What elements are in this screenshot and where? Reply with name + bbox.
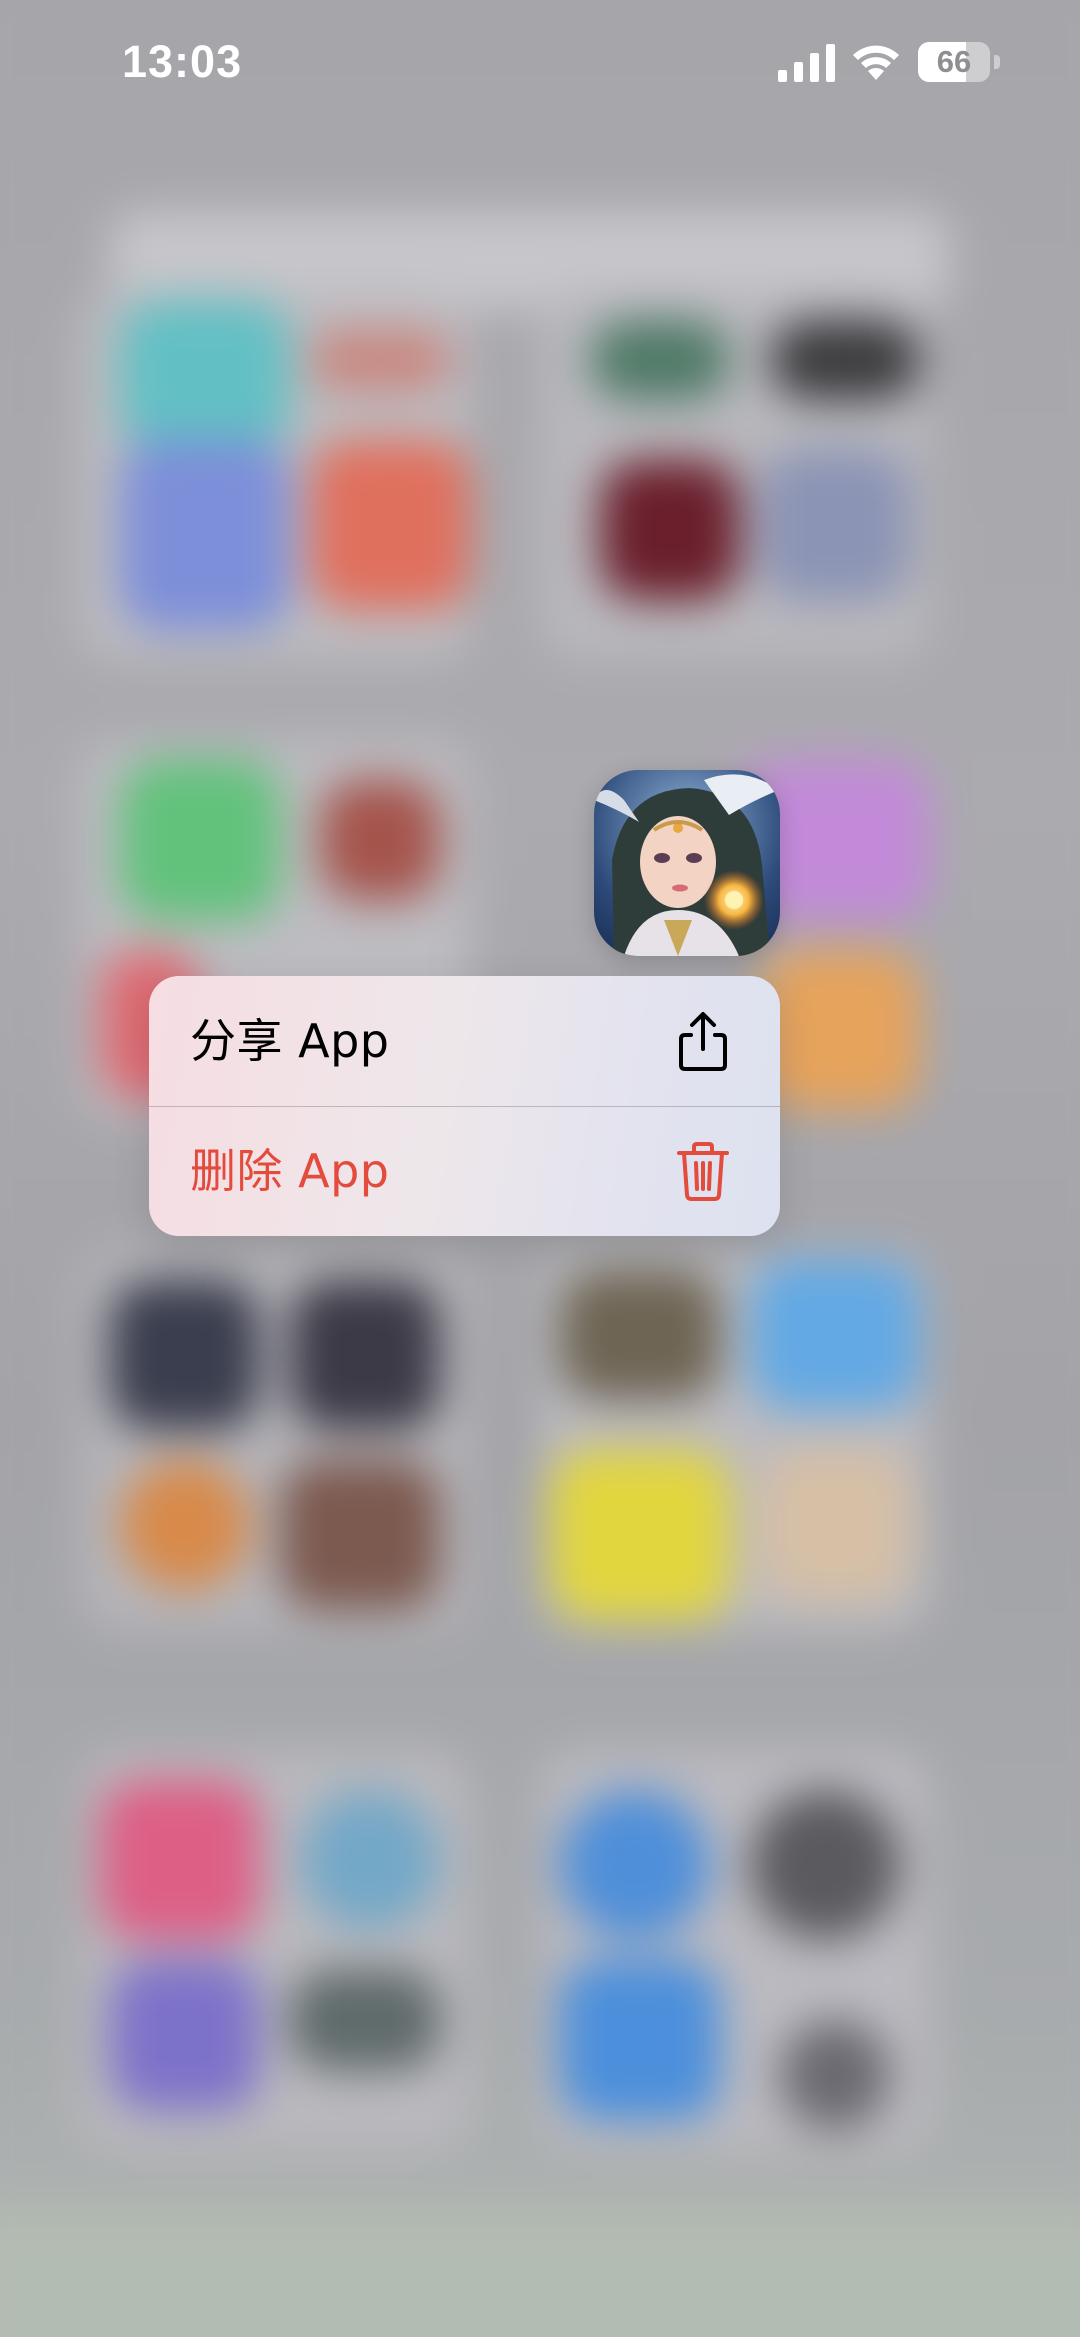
share-app-menu-item[interactable]: 分享 App <box>149 976 780 1106</box>
status-time: 13:03 <box>122 36 243 87</box>
cellular-signal-icon <box>778 44 835 82</box>
battery-icon: 66 <box>918 42 1002 84</box>
delete-app-label: 删除 App <box>190 1144 390 1198</box>
status-bar: 13:03 66 <box>0 0 1080 130</box>
share-icon <box>679 1012 727 1071</box>
trash-icon <box>677 1142 729 1201</box>
delete-app-menu-item[interactable]: 删除 App <box>149 1106 780 1236</box>
wifi-icon <box>853 45 899 80</box>
battery-level: 66 <box>936 44 972 79</box>
share-app-label: 分享 App <box>190 1014 390 1068</box>
home-screen: 13:03 66 分享 App 删除 App <box>0 0 1080 2337</box>
context-menu: 分享 App 删除 App <box>149 976 780 1236</box>
game-hero-portrait-icon[interactable] <box>594 770 780 956</box>
